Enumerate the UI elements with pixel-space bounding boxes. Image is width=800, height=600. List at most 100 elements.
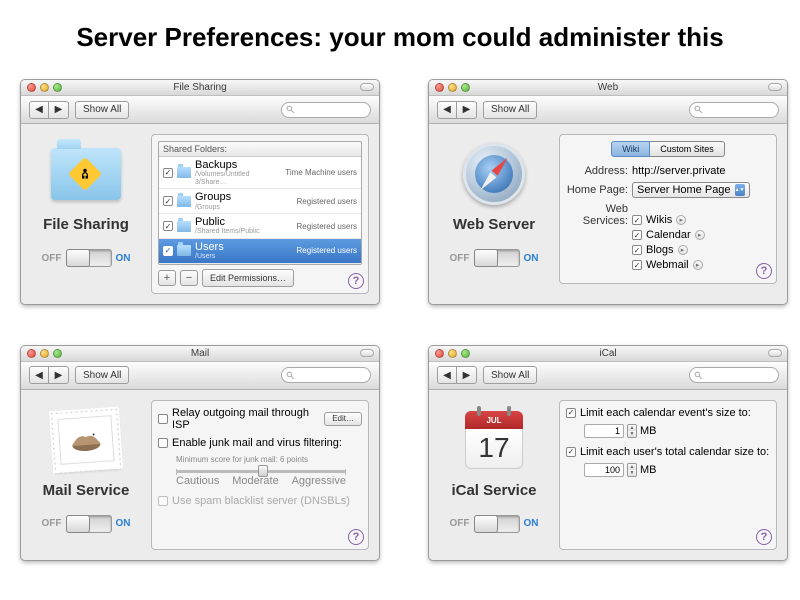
search-icon [286,105,295,114]
slider-knob-icon[interactable] [258,465,268,477]
on-label: ON [116,253,131,264]
folder-path: /Groups [195,204,293,212]
home-page-select[interactable]: Server Home Page▲▼ [632,182,750,198]
folder-checkbox[interactable] [163,246,173,256]
folder-permission: Registered users [297,222,357,231]
back-button[interactable]: ◀ [437,366,457,384]
folder-path: /Users [195,253,293,261]
search-icon [694,105,703,114]
folder-name: Public [195,216,293,228]
service-checkbox[interactable] [632,215,642,225]
limit-total-checkbox[interactable] [566,447,576,457]
file-sharing-icon [46,134,126,214]
total-size-input[interactable]: 100 [584,463,624,477]
toolbar-toggle-icon[interactable] [360,349,374,357]
spam-label: Use spam blacklist server (DNSBLs) [172,495,350,507]
service-toggle[interactable] [66,249,112,267]
ical-window: iCal ◀▶Show All JUL17 iCal Service OFFON… [428,345,788,561]
search-input[interactable] [281,367,371,383]
back-button[interactable]: ◀ [29,366,49,384]
tab-wiki[interactable]: Wiki [611,141,650,157]
folder-icon [177,167,191,178]
relay-checkbox[interactable] [158,414,168,424]
service-checkbox[interactable] [632,260,642,270]
toolbar-toggle-icon[interactable] [768,83,782,91]
edit-permissions-button[interactable]: Edit Permissions… [202,269,294,287]
show-all-button[interactable]: Show All [483,366,537,384]
service-label: Webmail [646,259,689,271]
window-title: File Sharing [21,82,379,93]
show-all-button[interactable]: Show All [75,366,129,384]
file-sharing-window: File Sharing ◀ ▶ Show All File Sharing O… [20,79,380,305]
service-disclosure-icon[interactable]: ▸ [676,215,686,225]
help-icon[interactable]: ? [756,263,772,279]
junk-slider[interactable] [176,470,346,473]
address-label: Address: [566,165,628,177]
off-label: OFF [450,518,470,529]
forward-button[interactable]: ▶ [49,366,69,384]
home-page-label: Home Page: [566,184,628,196]
service-toggle[interactable] [474,515,520,533]
toolbar-toggle-icon[interactable] [768,349,782,357]
service-toggle[interactable] [474,249,520,267]
back-button[interactable]: ◀ [437,101,457,119]
folder-row[interactable]: Users/UsersRegistered users [159,239,361,264]
show-all-button[interactable]: Show All [483,101,537,119]
service-name: iCal Service [451,482,536,499]
limit-event-checkbox[interactable] [566,408,576,418]
service-disclosure-icon[interactable]: ▸ [678,245,688,255]
show-all-button[interactable]: Show All [75,101,129,119]
event-size-stepper[interactable]: ▲▼ [627,424,637,438]
titlebar: Web [429,80,787,96]
forward-button[interactable]: ▶ [49,101,69,119]
service-disclosure-icon[interactable]: ▸ [693,260,703,270]
service-label: Calendar [646,229,691,241]
service-disclosure-icon[interactable]: ▸ [695,230,705,240]
folder-icon [177,245,191,256]
junk-checkbox[interactable] [158,438,168,448]
spam-checkbox[interactable] [158,496,168,506]
forward-button[interactable]: ▶ [457,101,477,119]
edit-relay-button[interactable]: Edit… [324,412,362,426]
mb-label: MB [640,425,657,437]
calendar-icon: JUL17 [454,400,534,480]
folder-icon [177,221,191,232]
remove-folder-button[interactable]: − [180,270,198,286]
service-checkbox[interactable] [632,245,642,255]
total-size-stepper[interactable]: ▲▼ [627,463,637,477]
folder-name: Backups [195,159,281,171]
moderate-label: Moderate [232,475,278,487]
limit-total-label: Limit each user's total calendar size to… [580,446,769,458]
window-title: iCal [429,348,787,359]
service-toggle[interactable] [66,515,112,533]
web-services-label: Web Services: [566,203,628,227]
folder-row[interactable]: Groups/GroupsRegistered users [159,189,361,214]
help-icon[interactable]: ? [348,529,364,545]
folder-checkbox[interactable] [163,221,173,231]
back-button[interactable]: ◀ [29,101,49,119]
event-size-input[interactable]: 1 [584,424,624,438]
folder-checkbox[interactable] [163,168,173,178]
search-input[interactable] [689,102,779,118]
toolbar-toggle-icon[interactable] [360,83,374,91]
folder-permission: Registered users [297,197,357,206]
relay-label: Relay outgoing mail through ISP [172,407,320,431]
help-icon[interactable]: ? [756,529,772,545]
web-window: Web ◀▶ Show All Web Server OFFON Wiki Cu… [428,79,788,305]
search-input[interactable] [281,102,371,118]
folder-row[interactable]: Public/Shared Items/PublicRegistered use… [159,214,361,239]
service-name: File Sharing [43,216,129,233]
folder-row[interactable]: Backups/Volumes/Untitled 3/Share…Time Ma… [159,157,361,189]
aggressive-label: Aggressive [292,475,346,487]
off-label: OFF [450,253,470,264]
folder-permission: Registered users [297,246,357,255]
add-folder-button[interactable]: + [158,270,176,286]
service-label: Wikis [646,214,672,226]
help-icon[interactable]: ? [348,273,364,289]
search-input[interactable] [689,367,779,383]
folder-checkbox[interactable] [163,196,173,206]
off-label: OFF [42,518,62,529]
service-checkbox[interactable] [632,230,642,240]
forward-button[interactable]: ▶ [457,366,477,384]
tab-custom-sites[interactable]: Custom Sites [650,141,725,157]
